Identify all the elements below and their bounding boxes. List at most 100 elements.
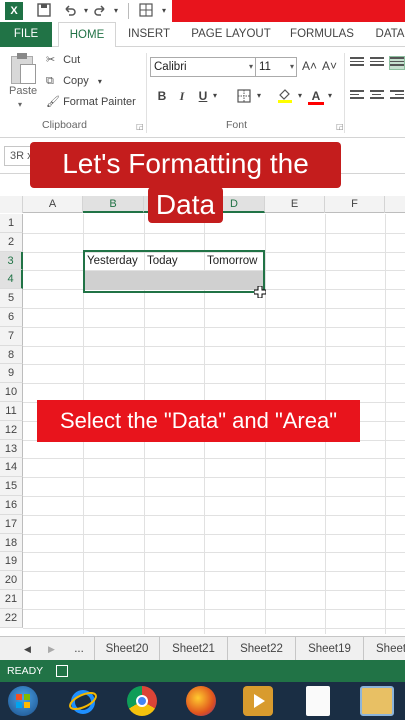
row-header-1[interactable]: 1 bbox=[0, 214, 23, 233]
row-header-11[interactable]: 11 bbox=[0, 402, 23, 421]
borders-icon[interactable] bbox=[138, 3, 154, 19]
clipboard-launcher-icon[interactable]: ◲ bbox=[136, 122, 144, 131]
borders-button[interactable] bbox=[236, 87, 252, 105]
column-header-e[interactable]: E bbox=[265, 196, 325, 213]
paste-icon[interactable] bbox=[8, 52, 38, 86]
internet-explorer-icon[interactable] bbox=[68, 686, 98, 716]
paste-button[interactable]: Paste bbox=[9, 85, 37, 97]
row-header-20[interactable]: 20 bbox=[0, 571, 23, 590]
align-top-icon[interactable] bbox=[350, 57, 364, 69]
clipboard-group-label: Clipboard bbox=[42, 119, 87, 131]
tab-sheet19[interactable]: Sheet19 bbox=[296, 637, 364, 661]
align-left-icon[interactable] bbox=[350, 90, 364, 102]
row-header-3[interactable]: 3 bbox=[0, 251, 23, 271]
row-header-6[interactable]: 6 bbox=[0, 308, 23, 327]
fill-color-button[interactable] bbox=[276, 87, 294, 105]
media-player-icon[interactable] bbox=[243, 686, 273, 716]
tab-formulas[interactable]: FORMULAS bbox=[286, 22, 358, 47]
chevron-down-icon: ▾ bbox=[289, 62, 294, 71]
align-bottom-icon[interactable] bbox=[389, 56, 405, 70]
font-color-dropdown-icon[interactable]: ▾ bbox=[326, 87, 334, 105]
align-middle-icon[interactable] bbox=[370, 57, 384, 69]
row-header-15[interactable]: 15 bbox=[0, 477, 23, 496]
column-header-b[interactable]: B bbox=[83, 196, 144, 213]
grid-row-line bbox=[23, 608, 405, 610]
row-header-19[interactable]: 19 bbox=[0, 552, 23, 572]
sheet-tab-bar: ◀ ▶ ... Sheet20 Sheet21 Sheet22 Sheet19 … bbox=[0, 636, 405, 661]
copy-button[interactable]: ⧉ Copy ▾ bbox=[46, 72, 102, 90]
macro-record-icon[interactable] bbox=[56, 665, 68, 677]
font-size-select[interactable]: 11 ▾ bbox=[255, 57, 297, 77]
copy-label: Copy bbox=[63, 75, 89, 87]
row-header-10[interactable]: 10 bbox=[0, 383, 23, 402]
chrome-icon[interactable] bbox=[127, 686, 157, 716]
paste-dropdown-icon[interactable]: ▾ bbox=[18, 100, 22, 109]
borders-dropdown-icon[interactable]: ▾ bbox=[156, 3, 172, 19]
row-header-5[interactable]: 5 bbox=[0, 289, 23, 308]
more-sheets-button[interactable]: ... bbox=[66, 637, 92, 661]
row-header-8[interactable]: 8 bbox=[0, 345, 23, 365]
cell-d3[interactable]: Tomorrow bbox=[204, 252, 264, 271]
grow-font-button[interactable]: A˄ bbox=[302, 59, 317, 73]
file-icon[interactable] bbox=[306, 686, 330, 716]
title-bar: X ▾ ▾ ▾ bbox=[0, 0, 405, 22]
row-header-9[interactable]: 9 bbox=[0, 364, 23, 384]
tab-data[interactable]: DATA bbox=[370, 22, 405, 47]
row-header-18[interactable]: 18 bbox=[0, 533, 23, 553]
tab-sheet22[interactable]: Sheet22 bbox=[228, 637, 296, 661]
copy-dropdown-icon[interactable]: ▾ bbox=[98, 77, 102, 86]
save-icon[interactable] bbox=[36, 3, 52, 19]
fill-dropdown-icon[interactable]: ▾ bbox=[296, 87, 304, 105]
tab-sheet20[interactable]: Sheet20 bbox=[94, 637, 160, 661]
font-launcher-icon[interactable]: ◲ bbox=[336, 122, 344, 131]
row-header-7[interactable]: 7 bbox=[0, 326, 23, 346]
cell-c3[interactable]: Today bbox=[144, 252, 204, 271]
file-explorer-icon[interactable] bbox=[360, 686, 394, 716]
firefox-icon[interactable] bbox=[186, 686, 216, 716]
tab-file[interactable]: FILE bbox=[0, 22, 52, 47]
cut-button[interactable]: ✂ Cut bbox=[46, 51, 80, 69]
tab-sheet-next[interactable]: Sheet bbox=[364, 637, 405, 661]
row-header-16[interactable]: 16 bbox=[0, 496, 23, 515]
tab-insert[interactable]: INSERT bbox=[124, 22, 174, 47]
font-name-select[interactable]: Calibri ▾ bbox=[150, 57, 256, 77]
grid-row-line bbox=[23, 308, 405, 309]
underline-button[interactable]: U bbox=[196, 87, 210, 105]
grid-row-line bbox=[23, 571, 405, 573]
cell-b3[interactable]: Yesterday bbox=[84, 252, 144, 271]
previous-sheet-icon[interactable]: ◀ bbox=[24, 637, 31, 661]
tab-home[interactable]: HOME bbox=[58, 22, 116, 48]
divider bbox=[146, 53, 147, 133]
status-ready: READY bbox=[7, 665, 44, 677]
column-header-f[interactable]: F bbox=[325, 196, 385, 213]
row-header-4[interactable]: 4 bbox=[0, 270, 23, 290]
grid-row-line bbox=[23, 627, 405, 629]
status-bar: READY bbox=[0, 660, 405, 682]
align-right-icon[interactable] bbox=[390, 90, 404, 102]
excel-logo-icon: X bbox=[5, 2, 23, 20]
tab-page-layout[interactable]: PAGE LAYOUT bbox=[186, 22, 276, 47]
row-header-13[interactable]: 13 bbox=[0, 439, 23, 459]
shrink-font-button[interactable]: A˅ bbox=[322, 59, 337, 73]
column-header-a[interactable]: A bbox=[23, 196, 83, 213]
bold-button[interactable]: B bbox=[155, 87, 169, 105]
row-header-22[interactable]: 22 bbox=[0, 608, 23, 628]
borders-dropdown-icon[interactable]: ▾ bbox=[255, 87, 263, 105]
undo-icon[interactable] bbox=[62, 3, 78, 19]
row-header-12[interactable]: 12 bbox=[0, 420, 23, 440]
italic-button[interactable]: I bbox=[175, 87, 189, 105]
underline-dropdown-icon[interactable]: ▾ bbox=[211, 87, 219, 105]
redo-icon[interactable] bbox=[92, 3, 108, 19]
row-header-17[interactable]: 17 bbox=[0, 514, 23, 534]
font-color-button[interactable]: A bbox=[308, 87, 324, 105]
next-sheet-icon[interactable]: ▶ bbox=[48, 637, 55, 661]
row-header-21[interactable]: 21 bbox=[0, 590, 23, 609]
windows-start-icon[interactable] bbox=[8, 686, 38, 716]
align-center-icon[interactable] bbox=[370, 90, 384, 102]
format-painter-button[interactable]: 🖌 Format Painter bbox=[46, 93, 136, 111]
redo-dropdown-icon[interactable]: ▾ bbox=[108, 3, 124, 19]
row-header-14[interactable]: 14 bbox=[0, 458, 23, 478]
select-all-corner[interactable] bbox=[0, 196, 23, 213]
tab-sheet21[interactable]: Sheet21 bbox=[160, 637, 228, 661]
row-header-2[interactable]: 2 bbox=[0, 232, 23, 252]
